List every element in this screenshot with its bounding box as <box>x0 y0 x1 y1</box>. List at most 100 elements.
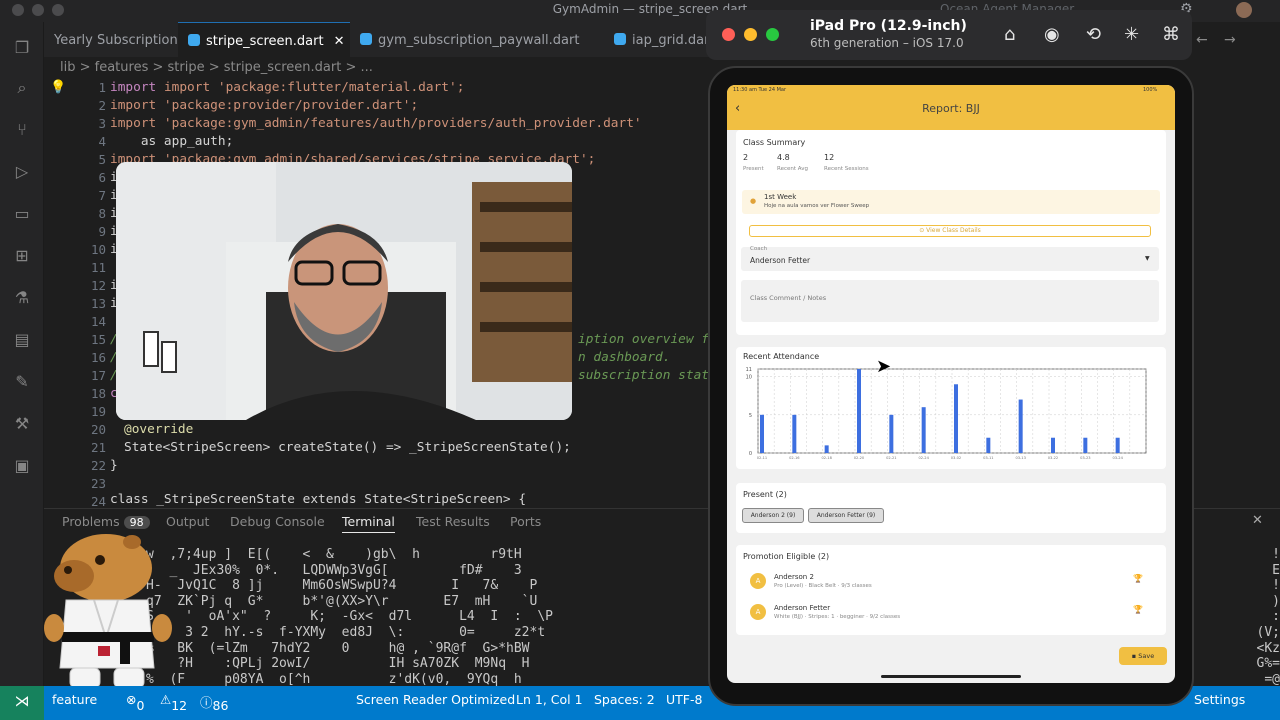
screen-reader-mode[interactable]: Screen Reader Optimized <box>356 692 515 707</box>
promotion-card: Promotion Eligible (2) A Anderson 2 Pro … <box>736 545 1166 635</box>
tab-test-results[interactable]: Test Results <box>416 514 490 529</box>
terminal-line: ! <box>1272 578 1280 594</box>
gallery-icon[interactable]: ▣ <box>12 456 32 476</box>
simulator-toolbar: iPad Pro (12.9-inch) 6th generation – iO… <box>706 10 1192 60</box>
promotion-item[interactable]: A Anderson Fetter White (BJJ) · Stripes:… <box>736 600 1166 626</box>
home-icon[interactable]: ⌂ <box>1004 24 1015 45</box>
webcam-image <box>116 162 572 420</box>
close-window-dot[interactable] <box>722 28 735 41</box>
keyboard-icon[interactable]: ⌘ <box>1162 24 1180 45</box>
status-battery: 100% <box>1143 87 1158 93</box>
attendance-bar <box>954 384 958 453</box>
line-number: 20 <box>90 422 106 437</box>
line-number: 5 <box>98 152 106 167</box>
zoom-window-dot[interactable] <box>52 4 64 16</box>
warnings-value: 12 <box>171 698 188 713</box>
simulator-os: 6th generation – iOS 17.0 <box>810 36 964 50</box>
close-panel-icon[interactable]: ✕ <box>1252 513 1263 528</box>
arrow-right-icon[interactable]: → <box>1224 32 1236 48</box>
trophy-icon[interactable]: 🏆 <box>1133 605 1143 614</box>
x-tick-label: 02-24 <box>918 456 929 460</box>
terminal-line: <Kz <box>1256 640 1280 656</box>
rotate-icon[interactable]: ⟲ <box>1086 24 1101 45</box>
info-count[interactable]: ⓘ 86 <box>200 692 228 713</box>
line-number: 14 <box>90 314 106 329</box>
tab-label: Yearly Subscription <box>54 33 178 48</box>
line-number: 22 <box>90 458 106 473</box>
settings-label[interactable]: Settings <box>1194 692 1245 707</box>
tab-ports[interactable]: Ports <box>510 514 541 529</box>
attendance-bar <box>760 414 764 453</box>
source-control-icon[interactable]: ⑂ <box>12 120 32 140</box>
coach-select[interactable]: Coach Anderson Fetter ▼ <box>741 246 1159 271</box>
warnings-count[interactable]: ⚠ 12 <box>160 692 187 713</box>
x-tick-label: 02-18 <box>821 456 832 460</box>
attendance-bar <box>921 407 926 453</box>
minimize-window-dot[interactable] <box>744 28 757 41</box>
present-chip[interactable]: Anderson 2 (9) <box>742 508 804 523</box>
tools-icon[interactable]: ⚒ <box>12 414 32 434</box>
indentation[interactable]: Spaces: 2 <box>594 692 655 707</box>
tab-label: stripe_screen.dart <box>206 34 324 49</box>
run-debug-icon[interactable]: ▷ <box>12 162 32 182</box>
tab-terminal[interactable]: Terminal <box>342 514 395 533</box>
line-number: 12 <box>90 278 106 293</box>
avatar[interactable] <box>1236 2 1252 18</box>
comment-field[interactable]: Class Comment / Notes <box>741 280 1159 322</box>
promotion-item[interactable]: A Anderson 2 Pro (Level) · Black Belt · … <box>736 569 1166 595</box>
view-class-details-button[interactable]: ⊙ View Class Details <box>749 225 1151 237</box>
line-number: 21 <box>90 440 106 455</box>
docker-icon[interactable]: ▤ <box>12 330 32 350</box>
explorer-icon[interactable]: ❐ <box>12 38 32 58</box>
zoom-window-dot[interactable] <box>766 28 779 41</box>
paint-icon[interactable]: ✎ <box>12 372 32 392</box>
tab-stripe-screen[interactable]: stripe_screen.dart ✕ <box>178 22 350 57</box>
class-summary-heading: Class Summary <box>743 138 806 147</box>
avatar: A <box>750 573 766 589</box>
search-icon[interactable]: ⌕ <box>12 78 32 98</box>
breadcrumb[interactable]: lib > features > stripe > stripe_screen.… <box>44 58 604 78</box>
mouse-cursor-icon: ➤ <box>876 356 892 377</box>
tab-gym-subscription-paywall[interactable]: gym_subscription_paywall.dart <box>350 22 594 57</box>
code-line-20: @override <box>124 422 194 437</box>
terminal-output-right: !E!):(V;<KzG%==@;=w <box>1220 547 1280 703</box>
y-tick-label: 10 <box>746 375 752 381</box>
close-window-dot[interactable] <box>12 4 24 16</box>
line-number: 3 <box>98 116 106 131</box>
screenshot-icon[interactable]: ◉ <box>1044 24 1060 45</box>
tab-debug-console[interactable]: Debug Console <box>230 514 325 529</box>
minimize-window-dot[interactable] <box>32 4 44 16</box>
coach-value: Anderson Fetter <box>750 256 811 265</box>
save-button[interactable]: ▪ Save <box>1119 647 1167 665</box>
tab-output[interactable]: Output <box>166 514 209 529</box>
terminal-line: ) <box>1272 593 1280 609</box>
cursor-position[interactable]: Ln 1, Col 1 <box>516 692 583 707</box>
arrow-left-icon[interactable]: ← <box>1196 32 1208 48</box>
testing-icon[interactable]: ⚗ <box>12 288 32 308</box>
trophy-icon: ● <box>750 197 757 205</box>
promotion-detail: Pro (Level) · Black Belt · 9/3 classes <box>774 583 872 589</box>
remote-icon[interactable]: ⋊ <box>0 686 44 720</box>
shake-icon[interactable]: ✳ <box>1124 24 1139 45</box>
trophy-icon[interactable]: 🏆 <box>1133 574 1143 583</box>
code-line-21: State<StripeScreen> createState() => _St… <box>124 440 571 455</box>
stat-avg-label: Recent Avg <box>777 166 808 172</box>
close-icon[interactable]: ✕ <box>334 34 345 49</box>
terminal-output[interactable]: w ,7;4up ] E[( < & )gb\ h r9tH; _ JEx30%… <box>146 547 553 703</box>
dart-file-icon <box>360 33 372 45</box>
tab-problems[interactable]: Problems 98 <box>62 514 150 529</box>
home-indicator[interactable] <box>881 675 1021 678</box>
errors-count[interactable]: ⊗ 0 <box>126 692 144 713</box>
stat-avg-value: 4.8 <box>777 153 790 162</box>
tab-yearly-subscription[interactable]: Yearly Subscription <box>44 22 178 57</box>
attendance-bar <box>1051 437 1055 453</box>
present-chip[interactable]: Anderson Fetter (9) <box>808 508 884 523</box>
lightbulb-icon[interactable]: 💡 <box>50 80 66 95</box>
attendance-bar <box>1083 437 1088 453</box>
x-tick-label: 03-13 <box>1015 456 1025 460</box>
encoding[interactable]: UTF-8 <box>666 692 702 707</box>
extensions-icon[interactable]: ⊞ <box>12 246 32 266</box>
branch-name[interactable]: feature <box>52 692 97 707</box>
code-line-22: } <box>110 458 118 473</box>
remote-explorer-icon[interactable]: ▭ <box>12 204 32 224</box>
